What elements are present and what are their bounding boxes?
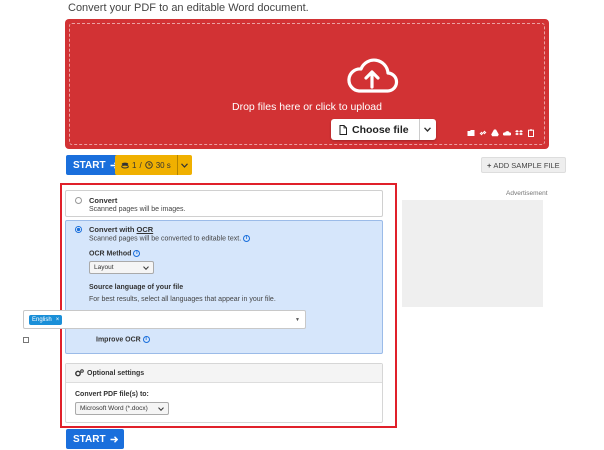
caret-down-icon[interactable]: ▼ bbox=[295, 317, 300, 323]
optional-settings-panel: Optional settings Convert PDF file(s) to… bbox=[65, 363, 383, 423]
link-icon[interactable] bbox=[479, 128, 487, 136]
convert-to-label: Convert PDF file(s) to: bbox=[75, 391, 149, 398]
clipboard-icon[interactable] bbox=[527, 128, 535, 138]
ocr-method-text: OCR Method bbox=[89, 250, 132, 258]
add-sample-file-button[interactable]: + ADD SAMPLE FILE bbox=[481, 157, 566, 173]
ocr-option-title: Convert with OCR bbox=[89, 225, 153, 234]
ocr-title-prefix: Convert with bbox=[89, 225, 137, 234]
clock-icon bbox=[144, 161, 153, 169]
arrow-right-icon bbox=[110, 435, 118, 443]
improve-ocr-text: Improve OCR bbox=[96, 336, 141, 344]
choose-file-label: Choose file bbox=[352, 123, 409, 136]
language-tag[interactable]: English × bbox=[29, 315, 63, 325]
convert-option-subtitle: Scanned pages will be images. bbox=[89, 206, 186, 213]
improve-ocr-label: Improve OCR i bbox=[96, 336, 150, 343]
convert-option-title: Convert bbox=[89, 196, 118, 205]
upload-source-icons bbox=[467, 128, 535, 138]
gears-icon bbox=[75, 369, 84, 377]
plus-icon: + bbox=[487, 160, 492, 170]
info-icon[interactable]: i bbox=[133, 250, 141, 257]
choose-file-group: Choose file bbox=[331, 119, 436, 140]
advertisement-area bbox=[402, 200, 543, 307]
convert-to-select[interactable]: Microsoft Word (*.docx) bbox=[75, 402, 169, 415]
choose-file-dropdown-button[interactable] bbox=[420, 119, 436, 140]
usage-limit-info: 1 / 30 s bbox=[115, 155, 178, 175]
start-label: START bbox=[73, 159, 106, 171]
ocr-radio[interactable] bbox=[75, 226, 82, 233]
source-language-label: Source language of your file bbox=[89, 284, 184, 291]
limit-separator: / bbox=[139, 160, 142, 170]
limit-time: 30 s bbox=[155, 160, 171, 170]
file-dropzone[interactable]: Drop files here or click to upload Choos… bbox=[65, 19, 549, 149]
onedrive-icon[interactable] bbox=[502, 128, 512, 136]
usage-limit-button[interactable]: 1 / 30 s bbox=[115, 155, 192, 175]
chevron-down-icon bbox=[181, 162, 189, 168]
improve-ocr-checkbox[interactable] bbox=[23, 337, 29, 343]
source-language-input[interactable]: English × ▼ bbox=[23, 310, 306, 329]
dropzone-border bbox=[69, 23, 545, 145]
start-label: START bbox=[73, 433, 106, 445]
usage-limit-dropdown[interactable] bbox=[178, 155, 192, 175]
cloud-upload-icon bbox=[347, 58, 399, 93]
dropzone-text: Drop files here or click to upload bbox=[232, 101, 382, 113]
file-icon bbox=[339, 124, 347, 135]
chevron-down-icon bbox=[143, 265, 149, 270]
ocr-method-select[interactable]: Layout bbox=[89, 261, 154, 274]
coins-icon bbox=[121, 162, 129, 168]
add-sample-label: ADD SAMPLE FILE bbox=[493, 160, 560, 170]
convert-radio[interactable] bbox=[75, 197, 82, 204]
convert-with-ocr-option[interactable]: Convert with OCR Scanned pages will be c… bbox=[65, 220, 383, 354]
ocr-title-abbr: OCR bbox=[136, 225, 154, 234]
start-button-bottom[interactable]: START bbox=[66, 429, 124, 449]
folder-icon[interactable] bbox=[467, 128, 475, 136]
remove-tag-icon[interactable]: × bbox=[56, 317, 60, 323]
dropbox-icon[interactable] bbox=[515, 128, 523, 136]
ocr-method-label: OCR Method i bbox=[89, 250, 141, 258]
ocr-method-value: Layout bbox=[94, 264, 114, 271]
source-language-hint: For best results, select all languages t… bbox=[89, 296, 276, 303]
page-subtitle: Convert your PDF to an editable Word doc… bbox=[68, 2, 309, 14]
info-icon[interactable]: i bbox=[142, 336, 150, 343]
ocr-subtitle-text: Scanned pages will be converted to edita… bbox=[89, 235, 242, 243]
optional-settings-header[interactable]: Optional settings bbox=[66, 364, 382, 383]
chevron-down-icon bbox=[158, 406, 164, 411]
ocr-option-subtitle: Scanned pages will be converted to edita… bbox=[89, 235, 251, 243]
convert-option[interactable]: Convert Scanned pages will be images. bbox=[65, 190, 383, 217]
convert-to-value: Microsoft Word (*.docx) bbox=[80, 405, 148, 412]
google-drive-icon[interactable] bbox=[491, 128, 499, 137]
language-tag-label: English bbox=[32, 317, 52, 323]
choose-file-button[interactable]: Choose file bbox=[331, 119, 420, 140]
info-icon[interactable]: i bbox=[243, 235, 251, 242]
advertisement-label: Advertisement bbox=[506, 190, 548, 197]
limit-count: 1 bbox=[132, 160, 137, 170]
chevron-down-icon bbox=[424, 127, 432, 132]
optional-settings-title: Optional settings bbox=[87, 369, 145, 377]
